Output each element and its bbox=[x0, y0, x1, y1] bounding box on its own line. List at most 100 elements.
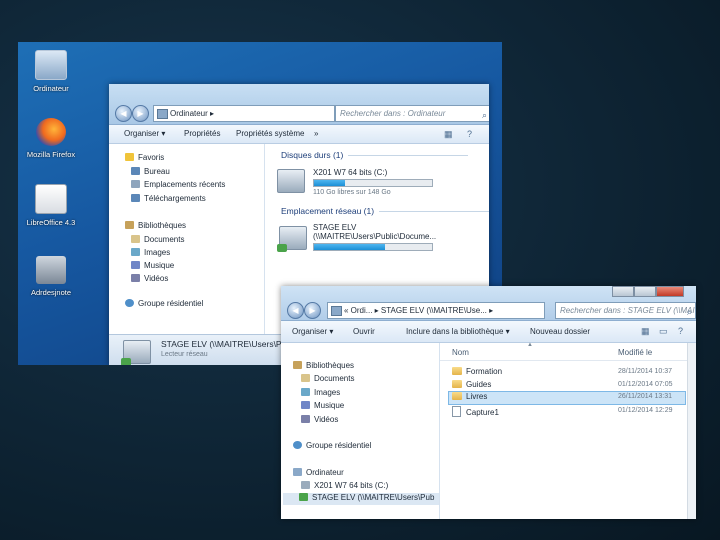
downloads-icon bbox=[131, 194, 140, 202]
more-commands-button[interactable]: » bbox=[314, 125, 318, 143]
nav-images[interactable]: Images bbox=[301, 388, 340, 397]
minimize-button[interactable] bbox=[612, 286, 634, 297]
search-input[interactable]: Rechercher dans : STAGE ELV (\\MAITRE...… bbox=[555, 302, 696, 319]
nav-libraries[interactable]: Bibliothèques bbox=[125, 221, 186, 230]
desktop-icon-label: Ordinateur bbox=[33, 84, 69, 93]
drive-usage-bar bbox=[313, 179, 433, 187]
desktop-icon-computer[interactable]: Ordinateur bbox=[21, 50, 81, 93]
recent-places-icon bbox=[131, 180, 140, 188]
command-bar: Organiser ▾ Propriétés Propriétés systèm… bbox=[109, 125, 489, 144]
music-icon bbox=[131, 261, 140, 269]
properties-button[interactable]: Propriétés bbox=[184, 125, 220, 143]
nav-libraries[interactable]: Bibliothèques bbox=[293, 361, 354, 370]
nav-documents[interactable]: Documents bbox=[301, 374, 354, 383]
drive-free-space: 110 Go libres sur 148 Go bbox=[313, 189, 391, 196]
file-row[interactable]: Formation 28/11/2014 10:37 bbox=[448, 366, 686, 378]
network-usage-fill bbox=[314, 244, 385, 250]
file-row[interactable]: Capture1 01/12/2014 12:29 bbox=[448, 405, 686, 417]
command-bar: Organiser ▾ Ouvrir Inclure dans la bibli… bbox=[281, 321, 696, 343]
window-caption-buttons bbox=[612, 286, 692, 297]
open-button[interactable]: Ouvrir bbox=[353, 321, 375, 342]
desktop-icon-firefox[interactable]: Mozilla Firefox bbox=[21, 118, 81, 159]
nav-videos[interactable]: Vidéos bbox=[131, 274, 168, 283]
desktop-icon bbox=[131, 167, 140, 175]
nav-homegroup[interactable]: Groupe résidentiel bbox=[125, 299, 203, 308]
view-options-icon[interactable]: ▦ bbox=[641, 321, 650, 342]
file-row[interactable]: Guides 01/12/2014 07:05 bbox=[448, 379, 686, 391]
section-hard-disks[interactable]: Disques durs (1) bbox=[281, 150, 470, 160]
computer-icon bbox=[293, 468, 302, 476]
file-date: 01/12/2014 07:05 bbox=[618, 381, 673, 388]
address-bar[interactable]: « Ordi... ▸ STAGE ELV (\\MAITRE\Use... ▸ bbox=[327, 302, 545, 319]
new-folder-button[interactable]: Nouveau dossier bbox=[530, 321, 590, 342]
network-usage-bar bbox=[313, 243, 433, 251]
nav-favorites[interactable]: Favoris bbox=[125, 153, 164, 162]
address-text: Ordinateur ▸ bbox=[170, 109, 215, 118]
videos-icon bbox=[301, 415, 310, 423]
file-name: Formation bbox=[466, 367, 503, 376]
forward-button[interactable]: ▶ bbox=[304, 302, 321, 319]
firefox-icon bbox=[36, 118, 66, 146]
navigation-bar: ◀ ▶ « Ordi... ▸ STAGE ELV (\\MAITRE\Use.… bbox=[281, 286, 696, 321]
images-icon bbox=[301, 388, 310, 396]
help-icon[interactable]: ? bbox=[467, 125, 472, 143]
nav-drive-c[interactable]: X201 W7 64 bits (C:) bbox=[301, 481, 388, 490]
search-placeholder: Rechercher dans : STAGE ELV (\\MAITRE... bbox=[560, 306, 695, 315]
nav-images[interactable]: Images bbox=[131, 248, 170, 257]
include-library-button[interactable]: Inclure dans la bibliothèque ▾ bbox=[406, 321, 510, 342]
desktop-icon-label: LibreOffice 4.3 bbox=[26, 218, 76, 227]
homegroup-icon bbox=[125, 299, 134, 307]
desktop-icon-shortcut[interactable]: Adrdesjnote bbox=[21, 256, 81, 297]
nav-desktop[interactable]: Bureau bbox=[131, 167, 170, 176]
address-text: « Ordi... ▸ STAGE ELV (\\MAITRE\Use... ▸ bbox=[344, 306, 494, 315]
nav-music[interactable]: Musique bbox=[301, 401, 344, 410]
preview-pane-icon[interactable]: ▭ bbox=[659, 321, 668, 342]
file-date: 26/11/2014 13:31 bbox=[618, 393, 672, 400]
file-row-selected[interactable]: Livres 26/11/2014 13:31 bbox=[448, 391, 686, 405]
view-options-icon[interactable]: ▦ bbox=[444, 125, 453, 143]
close-button[interactable] bbox=[656, 286, 684, 297]
organise-button[interactable]: Organiser ▾ bbox=[292, 321, 333, 342]
column-modified[interactable]: Modifié le bbox=[618, 348, 652, 357]
search-icon: ⌕ bbox=[481, 110, 487, 120]
folder-icon bbox=[452, 380, 462, 388]
nav-recent-places[interactable]: Emplacements récents bbox=[131, 180, 225, 189]
desktop-icon-label: Mozilla Firefox bbox=[26, 150, 76, 159]
libraries-icon bbox=[125, 221, 134, 229]
file-list: Nom ▲ Modifié le Formation 28/11/2014 10… bbox=[440, 342, 696, 519]
libraries-icon bbox=[293, 361, 302, 369]
desktop-icon-libreoffice[interactable]: LibreOffice 4.3 bbox=[21, 184, 81, 227]
vertical-scrollbar[interactable] bbox=[687, 343, 696, 519]
search-input[interactable]: Rechercher dans : Ordinateur ⌕ bbox=[335, 105, 489, 122]
file-name: Capture1 bbox=[466, 408, 499, 417]
nav-network-drive[interactable]: STAGE ELV (\\MAITRE\Users\Pub bbox=[283, 493, 439, 505]
nav-documents[interactable]: Documents bbox=[131, 235, 184, 244]
details-type: Lecteur réseau bbox=[161, 351, 208, 358]
back-button[interactable]: ◀ bbox=[287, 302, 304, 319]
nav-homegroup[interactable]: Groupe résidentiel bbox=[293, 441, 371, 450]
file-name: Livres bbox=[466, 392, 488, 401]
nav-computer[interactable]: Ordinateur bbox=[293, 468, 344, 477]
network-drive-name: STAGE ELV bbox=[313, 223, 357, 232]
navigation-bar: ◀ ▶ Ordinateur ▸ Rechercher dans : Ordin… bbox=[109, 84, 489, 125]
drive-name: X201 W7 64 bits (C:) bbox=[313, 168, 388, 177]
help-icon[interactable]: ? bbox=[678, 321, 683, 342]
folder-icon bbox=[452, 392, 462, 400]
nav-downloads[interactable]: Téléchargements bbox=[131, 194, 206, 203]
forward-button[interactable]: ▶ bbox=[132, 105, 149, 122]
column-name[interactable]: Nom bbox=[452, 348, 469, 357]
column-headers: Nom ▲ Modifié le bbox=[440, 342, 696, 361]
organise-button[interactable]: Organiser ▾ bbox=[124, 125, 165, 143]
address-bar[interactable]: Ordinateur ▸ bbox=[153, 105, 335, 122]
back-button[interactable]: ◀ bbox=[115, 105, 132, 122]
nav-music[interactable]: Musique bbox=[131, 261, 174, 270]
shortcut-icon bbox=[36, 256, 66, 284]
section-network-locations[interactable]: Emplacement réseau (1) bbox=[281, 206, 489, 216]
nav-videos[interactable]: Vidéos bbox=[301, 415, 338, 424]
network-drive-icon bbox=[277, 226, 307, 252]
system-properties-button[interactable]: Propriétés système bbox=[236, 125, 304, 143]
images-icon bbox=[131, 248, 140, 256]
homegroup-icon bbox=[293, 441, 302, 449]
maximize-button[interactable] bbox=[634, 286, 656, 297]
explorer-window-stage-elv[interactable]: ◀ ▶ « Ordi... ▸ STAGE ELV (\\MAITRE\Use.… bbox=[281, 286, 696, 519]
